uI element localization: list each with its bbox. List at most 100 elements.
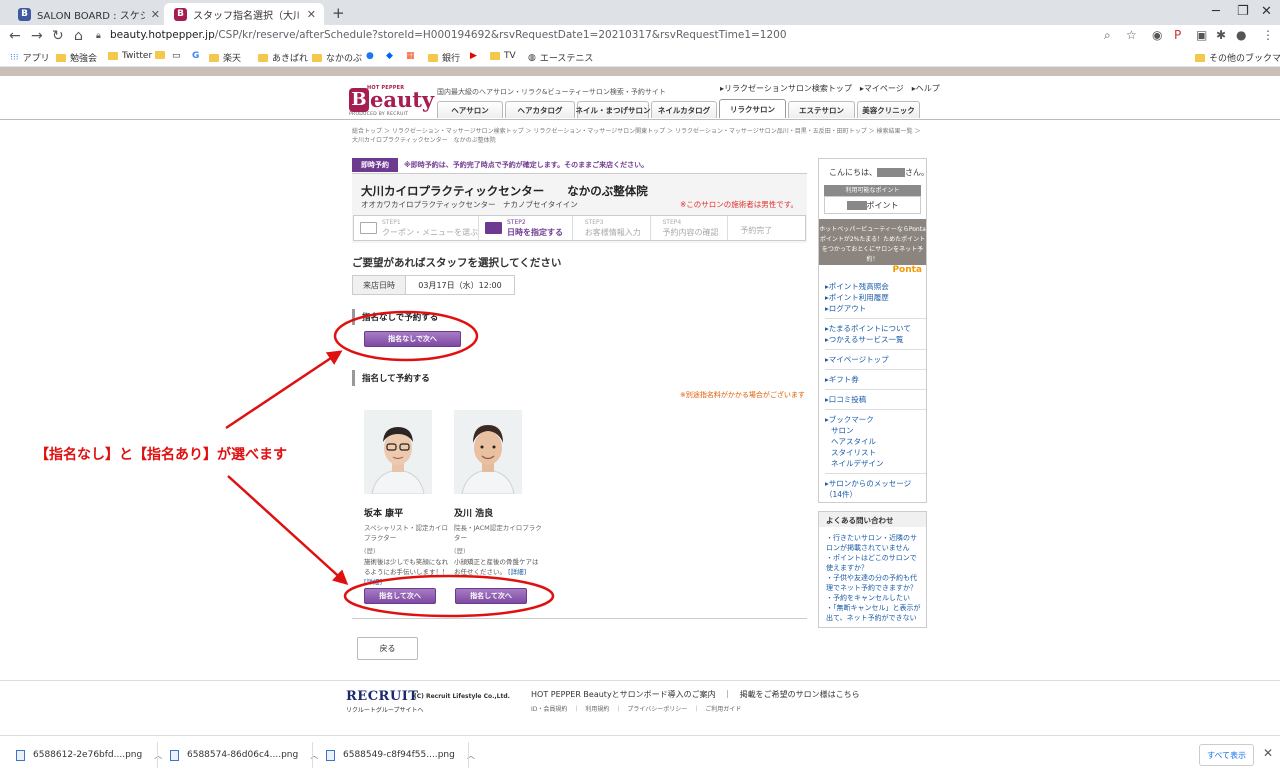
staff-photo[interactable]	[454, 410, 522, 494]
bookmark-folder[interactable]: Twitter	[108, 51, 152, 61]
restore-icon[interactable]: ❐	[1237, 4, 1249, 19]
microsoft-icon[interactable]: ▦	[406, 51, 415, 61]
download-item[interactable]: 6588612-2e76bfd....png ︿	[16, 747, 162, 763]
chevron-up-icon[interactable]: ︿	[154, 750, 162, 761]
file-icon	[326, 749, 335, 761]
extension-icon[interactable]: ◉	[1152, 28, 1162, 42]
nav-beauty-clinic[interactable]: 美容クリニック	[857, 101, 920, 118]
sidebar-link[interactable]: ▸ポイント利用履歴	[825, 292, 926, 303]
nominate-staff-2-button[interactable]: 指名して次へ	[455, 588, 527, 604]
globe-icon: ◍	[528, 52, 536, 63]
footer-links[interactable]: HOT PEPPER Beautyとサロンボード導入のご案内 ｜ 掲載をご希望の…	[531, 689, 860, 700]
tab-salon-board[interactable]: B SALON BOARD : スケジュール ✕	[8, 3, 168, 25]
forward-icon[interactable]: →	[31, 28, 43, 44]
close-download-bar-icon[interactable]: ✕	[1263, 746, 1273, 760]
download-item[interactable]: 6588549-c8f94f55....png ︿	[326, 747, 475, 763]
sidebar-link[interactable]: ▸つかえるサービス一覧	[825, 334, 926, 345]
hotpepper-beauty-logo[interactable]: HOT PEPPER B eauty PRODUCED BY RECRUIT	[349, 85, 434, 119]
faq-item[interactable]: ・予約をキャンセルしたい	[826, 593, 922, 603]
sidebar-link[interactable]: ▸たまるポイントについて	[825, 323, 926, 334]
sidebar-link[interactable]: ▸口コミ投稿	[825, 394, 926, 405]
staff-detail-link[interactable]: [詳細]	[508, 568, 526, 576]
search-icon[interactable]: ⌕	[1104, 28, 1111, 43]
header-links[interactable]: ▸リラクゼーションサロン検索トップ ▸マイページ ▸ヘルプ	[720, 83, 940, 94]
tab-bar: B SALON BOARD : スケジュール ✕ B スタッフ指名選択（大川カイ…	[0, 0, 1280, 25]
bookmark-folder[interactable]: 楽天	[209, 51, 241, 64]
cast-icon[interactable]: ▣	[1196, 28, 1207, 42]
sidebar-link[interactable]: ▸マイページトップ	[825, 354, 926, 365]
youtube-icon[interactable]: ▶	[470, 51, 477, 61]
home-icon[interactable]: ⌂	[74, 28, 83, 44]
staff-detail-link[interactable]: [詳細]	[364, 578, 382, 586]
sidebar-link[interactable]: ▸ブックマーク	[825, 414, 926, 425]
other-bookmarks[interactable]: その他のブックマーク	[1195, 51, 1280, 64]
show-all-downloads-button[interactable]: すべて表示	[1199, 744, 1254, 766]
greeting: こんにちは、 さん。	[819, 159, 929, 179]
download-item[interactable]: 6588574-86d06c4....png ︿	[170, 747, 318, 763]
bookmark-folder[interactable]: 勉強会	[56, 51, 97, 64]
bookmark-tennis[interactable]: ◍ エーステニス	[528, 51, 593, 65]
close-window-icon[interactable]: ✕	[1261, 4, 1272, 19]
profile-avatar[interactable]: ●	[1236, 28, 1246, 42]
points-heading: 利用可能なポイント	[824, 185, 921, 196]
salon-board-icon: B	[18, 7, 31, 21]
group-site-link[interactable]: リクルートグループサイトへ	[346, 705, 423, 714]
bookmark-screen[interactable]: ▭	[172, 51, 181, 61]
faq-item[interactable]: ・行きたいサロン・近隣のサロンが掲載されていません	[826, 533, 922, 553]
bookmark-label: Twitter	[122, 51, 153, 61]
sidebar-link[interactable]: ▸ログアウト	[825, 303, 926, 314]
staff-photo[interactable]	[364, 410, 432, 494]
back-icon[interactable]: ←	[9, 28, 21, 44]
nav-esthe-salon[interactable]: エステサロン	[788, 101, 855, 118]
step-num: STEP4	[662, 219, 682, 226]
recruit-logo[interactable]: RECRUIT (C) Recruit Lifestyle Co.,Ltd. リ…	[346, 687, 510, 715]
faq-item[interactable]: ・「無断キャンセル」と表示が出て、ネット予約ができない	[826, 603, 922, 623]
bookmark-folder[interactable]: TV	[490, 51, 516, 61]
url-field[interactable]: beauty.hotpepper.jp/CSP/kr/reserve/after…	[110, 29, 787, 41]
bookmark-folder[interactable]	[155, 51, 169, 59]
nav-nail-catalog[interactable]: ネイルカタログ	[651, 101, 717, 118]
bookmark-folder[interactable]: あきばれ	[258, 51, 308, 64]
dropbox-icon[interactable]: ◆	[386, 51, 393, 61]
bookmark-nail-link[interactable]: ネイルデザイン	[825, 458, 926, 469]
ponta-banner[interactable]: ホットペッパービューティーならPontaポイントが2%たまる！ためたポイントをつ…	[819, 219, 926, 265]
close-tab-icon[interactable]: ✕	[151, 8, 160, 21]
tab-staff-select[interactable]: B スタッフ指名選択（大川カイロプラク ✕	[164, 3, 324, 25]
close-tab-icon[interactable]: ✕	[307, 8, 316, 21]
sidebar-link[interactable]: ▸ポイント残高照会	[825, 281, 926, 292]
no-nomination-next-button[interactable]: 指名なしで次へ	[364, 331, 461, 347]
copyright: (C) Recruit Lifestyle Co.,Ltd.	[414, 693, 510, 700]
bookmark-folder[interactable]: 銀行	[428, 51, 460, 64]
salon-messages-link[interactable]: ▸サロンからのメッセージ（14件）	[825, 478, 925, 500]
arrow-icon	[227, 475, 349, 586]
nominate-staff-1-button[interactable]: 指名して次へ	[364, 588, 436, 604]
back-button[interactable]: 戻る	[357, 637, 418, 660]
faq-item[interactable]: ・ポイントはどこのサロンで使えますか？	[826, 553, 922, 573]
folder-icon	[108, 52, 118, 60]
star-icon[interactable]: ☆	[1126, 28, 1137, 42]
google-icon[interactable]: G	[192, 51, 199, 61]
nav-hair-catalog[interactable]: ヘアカタログ	[505, 101, 575, 118]
breadcrumb[interactable]: 総合トップ ＞ リラクゼーション・マッサージサロン検索トップ ＞ リラクゼーショ…	[352, 127, 927, 145]
menu-icon[interactable]: ⋮	[1262, 28, 1274, 42]
nav-relax-salon[interactable]: リラクサロン	[719, 99, 786, 118]
minimize-icon[interactable]: ─	[1212, 4, 1220, 19]
instant-badge: 即時予約	[352, 158, 398, 172]
reload-icon[interactable]: ↻	[52, 28, 64, 44]
bookmark-apps[interactable]: ⁝⁝⁝ アプリ	[10, 51, 50, 65]
bookmark-folder[interactable]: なかのぶ	[312, 51, 362, 64]
bookmark-hairstyle-link[interactable]: ヘアスタイル	[825, 436, 926, 447]
bookmark-salon-link[interactable]: サロン	[825, 425, 926, 436]
pocket-icon[interactable]: P	[1174, 28, 1181, 42]
nav-nail-eyelash[interactable]: ネイル・まつげサロン	[576, 101, 651, 118]
bookmark-stylist-link[interactable]: スタイリスト	[825, 447, 926, 458]
nav-hair-salon[interactable]: ヘアサロン	[437, 101, 503, 118]
new-tab-button[interactable]: +	[332, 4, 345, 22]
sidebar-link[interactable]: ▸ギフト券	[825, 374, 926, 385]
puzzle-icon[interactable]: ✱	[1216, 28, 1226, 42]
faq-item[interactable]: ・子供や友達の分の予約も代理でネット予約できますか？	[826, 573, 922, 593]
faq-box: よくある問い合わせ ・行きたいサロン・近隣のサロンが掲載されていません ・ポイン…	[818, 511, 927, 628]
comment-text: 施術後は少しでも笑顔になれるようにお手伝いします！！	[364, 558, 449, 576]
facebook-icon[interactable]: ●	[366, 51, 374, 61]
footer-sublinks[interactable]: ID・会員規約 ｜ 利用規約 ｜ プライバシーポリシー ｜ ご利用ガイド	[531, 704, 741, 713]
